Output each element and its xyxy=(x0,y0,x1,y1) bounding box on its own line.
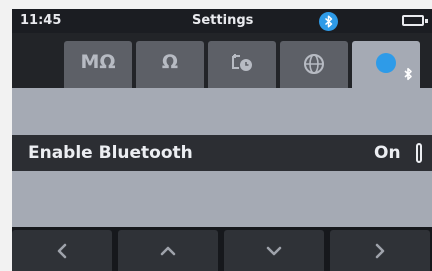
battery-icon xyxy=(402,15,428,26)
chevron-up-icon xyxy=(160,246,176,256)
tab-label: Ω xyxy=(161,51,179,73)
status-time: 11:45 xyxy=(20,13,62,28)
globe-icon xyxy=(304,54,324,74)
bluetooth-icon xyxy=(376,53,412,81)
tab-label: MΩ xyxy=(80,51,116,73)
nav-down-button[interactable] xyxy=(224,230,324,271)
navigation-bar xyxy=(12,227,432,271)
enable-bluetooth-row[interactable]: Enable Bluetooth On xyxy=(12,135,432,171)
chevron-left-icon xyxy=(57,243,67,259)
status-bar: 11:45 Settings xyxy=(12,9,432,33)
nav-left-button[interactable] xyxy=(12,230,112,271)
tab-bluetooth[interactable] xyxy=(352,41,420,88)
toggle-switch[interactable] xyxy=(416,143,422,163)
chevron-down-icon xyxy=(266,246,282,256)
chevron-right-icon xyxy=(375,243,385,259)
tab-insulation-resistance[interactable]: MΩ xyxy=(64,41,132,88)
bluetooth-icon xyxy=(319,12,338,31)
timer-settings-icon xyxy=(232,54,252,71)
tab-resistance[interactable]: Ω xyxy=(136,41,204,88)
nav-up-button[interactable] xyxy=(118,230,218,271)
tab-language[interactable] xyxy=(280,41,348,88)
nav-right-button[interactable] xyxy=(330,230,430,271)
tab-timer-settings[interactable] xyxy=(208,41,276,88)
setting-label: Enable Bluetooth xyxy=(28,143,193,163)
page-title: Settings xyxy=(192,13,254,28)
tab-bar: MΩ Ω xyxy=(12,33,432,88)
setting-value: On xyxy=(374,143,401,163)
device-screen: 11:45 Settings MΩ Ω Enable Bluetooth On xyxy=(12,9,432,271)
